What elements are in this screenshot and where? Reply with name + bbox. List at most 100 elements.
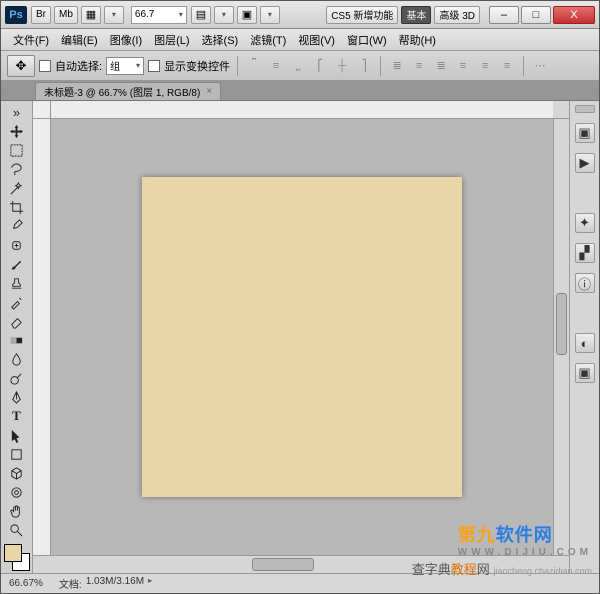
- path-select-tool[interactable]: [5, 426, 29, 444]
- menu-window[interactable]: 窗口(W): [341, 31, 393, 49]
- toolbox-collapse-icon[interactable]: »: [5, 103, 29, 121]
- dist-left-icon[interactable]: ≡: [454, 57, 472, 75]
- history-brush-tool[interactable]: [5, 293, 29, 311]
- heal-tool[interactable]: [5, 236, 29, 254]
- minibridge-button[interactable]: Mb: [54, 6, 78, 24]
- workspace-basic-button[interactable]: 基本: [401, 6, 431, 24]
- brush-tool[interactable]: [5, 255, 29, 273]
- align-hcenter-icon[interactable]: ┼: [333, 57, 351, 75]
- ruler-origin[interactable]: [33, 101, 51, 119]
- align-right-icon[interactable]: ⎤: [355, 57, 373, 75]
- actions-panel-icon[interactable]: ▶: [575, 153, 595, 173]
- toolbox: » T: [1, 101, 33, 573]
- navigator-panel-icon[interactable]: ✦: [575, 213, 595, 233]
- document-tab[interactable]: 未标题-3 @ 66.7% (图层 1, RGB/8) ×: [35, 82, 221, 100]
- shape-tool[interactable]: [5, 445, 29, 463]
- separator: [237, 56, 238, 76]
- screen-mode-caret-icon[interactable]: ▾: [104, 6, 124, 24]
- status-doc-value: 1.03M/3.16M: [86, 576, 144, 591]
- ruler-vertical[interactable]: [33, 119, 51, 555]
- dist-bottom-icon[interactable]: ≣: [432, 57, 450, 75]
- auto-select-dropdown[interactable]: 组 ▾: [106, 57, 144, 75]
- histogram-panel-icon[interactable]: ▞: [575, 243, 595, 263]
- wand-tool[interactable]: [5, 179, 29, 197]
- dist-right-icon[interactable]: ≡: [498, 57, 516, 75]
- canvas-document[interactable]: [142, 177, 462, 497]
- eyedropper-tool[interactable]: [5, 217, 29, 235]
- extras-icon[interactable]: ▣: [237, 6, 257, 24]
- menu-layer[interactable]: 图层(L): [148, 31, 195, 49]
- zoom-level-select[interactable]: 66.7 ▾: [131, 6, 187, 24]
- menu-filter[interactable]: 滤镜(T): [244, 31, 292, 49]
- show-transform-label: 显示变换控件: [164, 58, 230, 74]
- menu-edit[interactable]: 编辑(E): [55, 31, 104, 49]
- pen-tool[interactable]: [5, 388, 29, 406]
- ps-logo: Ps: [5, 6, 27, 24]
- dist-vcenter-icon[interactable]: ≡: [410, 57, 428, 75]
- viewport[interactable]: [51, 119, 553, 555]
- canvas-area: [33, 101, 569, 573]
- close-button[interactable]: X: [553, 6, 595, 24]
- foreground-color-swatch[interactable]: [4, 544, 22, 562]
- align-left-icon[interactable]: ⎡: [311, 57, 329, 75]
- zoom-tool[interactable]: [5, 521, 29, 539]
- menu-select[interactable]: 选择(S): [196, 31, 245, 49]
- auto-select-checkbox[interactable]: [39, 60, 51, 72]
- scrollbar-vertical[interactable]: [553, 119, 569, 555]
- minimize-button[interactable]: –: [489, 6, 519, 24]
- dist-hcenter-icon[interactable]: ≡: [476, 57, 494, 75]
- ruler-horizontal[interactable]: [51, 101, 553, 119]
- dock-grab-handle[interactable]: [575, 105, 595, 113]
- swatches-panel-icon[interactable]: ▣: [575, 363, 595, 383]
- camera-tool[interactable]: [5, 483, 29, 501]
- 3d-tool[interactable]: [5, 464, 29, 482]
- right-panel-dock: ▣ ▶ ✦ ▞ ⓘ ◐ ▣: [569, 101, 599, 573]
- separator: [523, 56, 524, 76]
- info-panel-icon[interactable]: ⓘ: [575, 273, 595, 293]
- color-swatches[interactable]: [4, 544, 30, 571]
- history-panel-icon[interactable]: ▣: [575, 123, 595, 143]
- hand-tool[interactable]: [5, 502, 29, 520]
- marquee-tool[interactable]: [5, 141, 29, 159]
- work-area: » T: [1, 101, 599, 573]
- blur-tool[interactable]: [5, 350, 29, 368]
- document-tab-title: 未标题-3 @ 66.7% (图层 1, RGB/8): [44, 84, 200, 99]
- menu-help[interactable]: 帮助(H): [393, 31, 442, 49]
- arrange-caret-icon[interactable]: ▾: [214, 6, 234, 24]
- maximize-button[interactable]: □: [521, 6, 551, 24]
- workspace-adv3d-button[interactable]: 高级 3D: [434, 6, 480, 24]
- more-options-icon[interactable]: ⋯: [531, 57, 549, 75]
- eraser-tool[interactable]: [5, 312, 29, 330]
- gradient-tool[interactable]: [5, 331, 29, 349]
- menu-file[interactable]: 文件(F): [7, 31, 55, 49]
- auto-select-value: 组: [110, 58, 120, 73]
- dodge-tool[interactable]: [5, 369, 29, 387]
- status-menu-caret-icon[interactable]: ▸: [148, 576, 152, 591]
- watermark-chazidian: 查字典教程网 jiaocheng.chazidian.com: [412, 559, 592, 578]
- bridge-button[interactable]: Br: [31, 6, 51, 24]
- close-tab-icon[interactable]: ×: [206, 86, 212, 97]
- move-tool[interactable]: [5, 122, 29, 140]
- color-panel-icon[interactable]: ◐: [575, 333, 595, 353]
- arrange-docs-icon[interactable]: ▤: [191, 6, 211, 24]
- align-bottom-icon[interactable]: ⎵: [289, 57, 307, 75]
- lasso-tool[interactable]: [5, 160, 29, 178]
- dist-top-icon[interactable]: ≣: [388, 57, 406, 75]
- align-vcenter-icon[interactable]: ≡: [267, 57, 285, 75]
- show-transform-checkbox[interactable]: [148, 60, 160, 72]
- type-tool[interactable]: T: [5, 407, 29, 425]
- menu-view[interactable]: 视图(V): [292, 31, 341, 49]
- menu-image[interactable]: 图像(I): [104, 31, 148, 49]
- crop-tool[interactable]: [5, 198, 29, 216]
- zoom-level-value: 66.7: [135, 9, 154, 20]
- screen-mode-icon[interactable]: ▦: [81, 6, 101, 24]
- move-tool-icon[interactable]: ✥: [7, 55, 35, 77]
- chevron-down-icon: ▾: [136, 61, 140, 70]
- stamp-tool[interactable]: [5, 274, 29, 292]
- align-top-icon[interactable]: ⎴: [245, 57, 263, 75]
- chevron-down-icon: ▾: [179, 10, 183, 19]
- status-doc-label: 文档:: [59, 576, 82, 591]
- status-zoom[interactable]: 66.67%: [9, 578, 43, 589]
- extras-caret-icon[interactable]: ▾: [260, 6, 280, 24]
- workspace-cs5new-button[interactable]: CS5 新增功能: [326, 6, 398, 24]
